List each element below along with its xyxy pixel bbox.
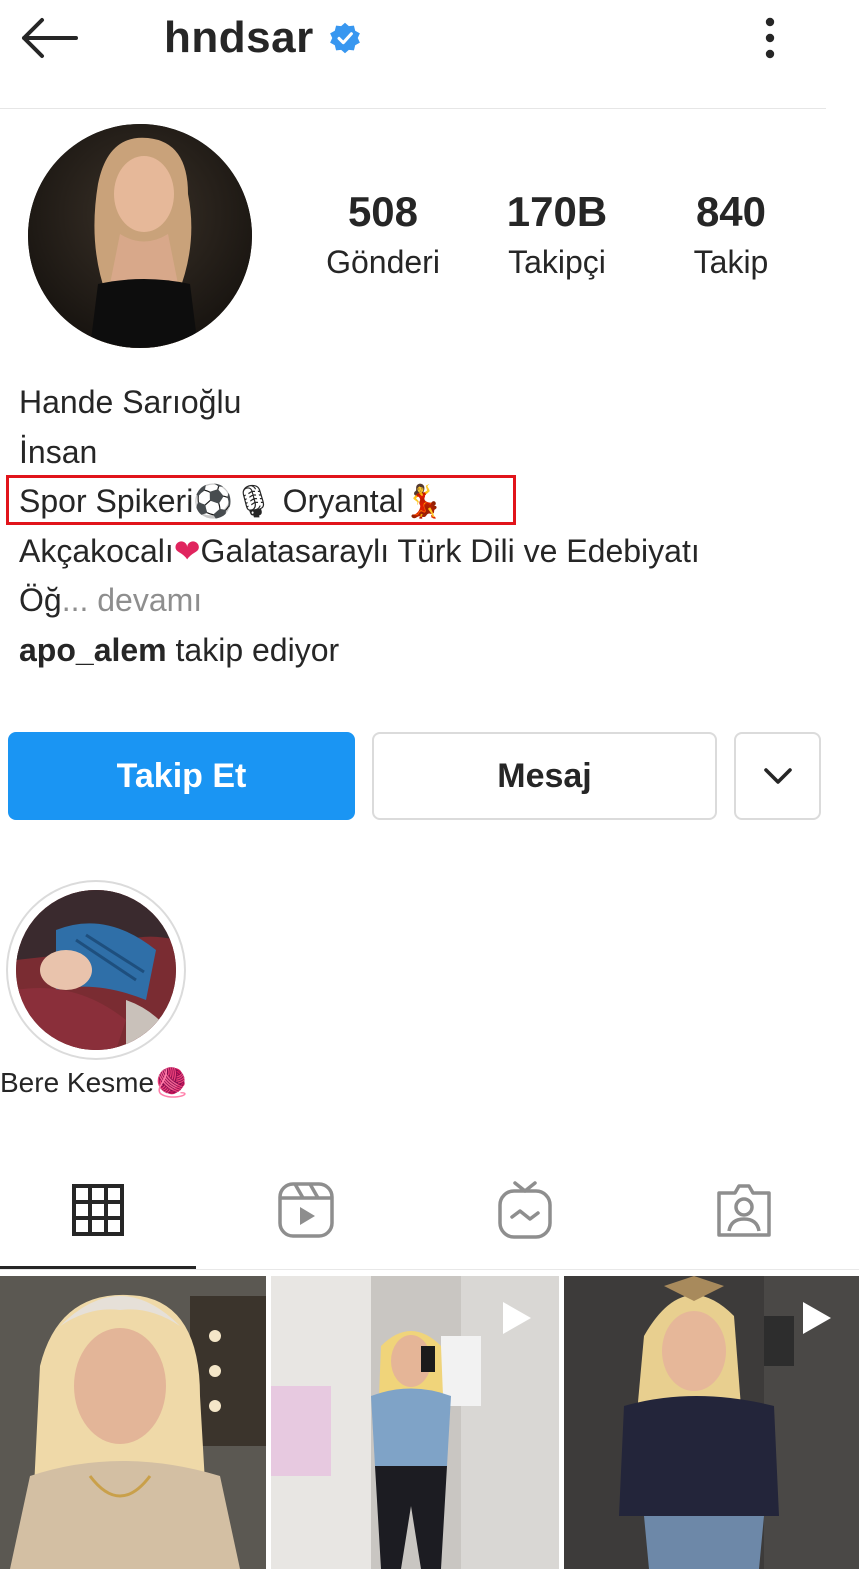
profile-avatar[interactable] xyxy=(28,124,252,348)
tab-reels[interactable] xyxy=(208,1160,404,1260)
bio-team-text: Galatasaraylı Türk Dili ve Edebiyatı xyxy=(200,532,700,569)
bio-truncated-text: Öğ xyxy=(19,582,62,618)
stat-followers-count: 170B xyxy=(506,188,608,235)
bio-name: Hande Sarıoğlu xyxy=(19,384,242,420)
bio-category: İnsan xyxy=(19,433,98,470)
followed-by-user: apo_alem xyxy=(19,631,167,668)
post-tile[interactable] xyxy=(0,1276,266,1569)
tab-igtv[interactable] xyxy=(427,1160,623,1260)
annotation-highlight-box xyxy=(6,475,516,525)
message-button[interactable]: Mesaj xyxy=(372,732,717,820)
tab-tagged[interactable] xyxy=(646,1160,842,1260)
heart-emoji: ❤ xyxy=(173,531,201,570)
followed-by[interactable]: apo_alem takip ediyor xyxy=(19,626,839,676)
arrow-left-icon xyxy=(22,18,78,58)
grid-icon xyxy=(72,1184,124,1236)
three-dots-vertical-icon xyxy=(765,17,775,59)
stat-posts-label: Gönderi xyxy=(326,244,440,280)
bio-line-origin: Akçakocalı❤Galatasaraylı Türk Dili ve Ed… xyxy=(19,527,839,577)
stat-posts-count: 508 xyxy=(347,188,419,235)
bio-more-link[interactable]: ... devamı xyxy=(62,582,203,618)
tab-posts-grid[interactable] xyxy=(0,1160,196,1260)
story-highlight-label: Bere Kesme🧶 xyxy=(0,1066,189,1099)
follow-button[interactable]: Takip Et xyxy=(8,732,355,820)
tabs-divider xyxy=(0,1269,859,1270)
back-button[interactable] xyxy=(14,10,84,66)
story-highlight[interactable] xyxy=(6,880,186,1060)
chevron-down-icon xyxy=(763,768,792,784)
posts-grid xyxy=(0,1276,859,1569)
bio-origin-text: Akçakocalı xyxy=(19,532,174,569)
yarn-emoji: 🧶 xyxy=(154,1066,189,1099)
profile-stats: 508 Gönderi 170B Takipçi 840 Takip xyxy=(290,184,810,294)
stat-followers[interactable]: 170B Takipçi xyxy=(477,184,637,284)
stat-following[interactable]: 840 Takip xyxy=(651,184,811,284)
stat-followers-label: Takipçi xyxy=(508,244,606,280)
profile-tabs xyxy=(0,1160,859,1272)
stat-posts[interactable]: 508 Gönderi xyxy=(303,184,463,284)
bio-line-truncated: Öğ... devamı xyxy=(19,576,839,626)
post-tile[interactable] xyxy=(564,1276,859,1569)
stat-following-count: 840 xyxy=(695,188,767,235)
reels-icon xyxy=(278,1182,334,1238)
reel-play-icon xyxy=(795,1298,835,1338)
more-options-button[interactable] xyxy=(748,12,792,64)
igtv-icon xyxy=(498,1181,552,1239)
profile-bio: Hande Sarıoğlu İnsan Spor Spikeri⚽🎙 Orya… xyxy=(19,378,839,675)
story-highlight-text: Bere Kesme xyxy=(0,1067,155,1098)
followed-by-suffix: takip ediyor xyxy=(166,631,340,668)
post-tile[interactable] xyxy=(271,1276,559,1569)
verified-badge-icon xyxy=(328,21,362,55)
profile-username-wrap: hndsar xyxy=(164,8,362,68)
profile-username: hndsar xyxy=(164,13,314,62)
top-bar: hndsar xyxy=(0,0,859,108)
story-highlight-cover xyxy=(16,890,176,1050)
reel-play-icon xyxy=(495,1298,535,1338)
suggested-dropdown-button[interactable] xyxy=(734,732,821,820)
header-divider xyxy=(0,108,826,109)
tagged-icon xyxy=(717,1184,771,1237)
stat-following-label: Takip xyxy=(693,244,769,280)
